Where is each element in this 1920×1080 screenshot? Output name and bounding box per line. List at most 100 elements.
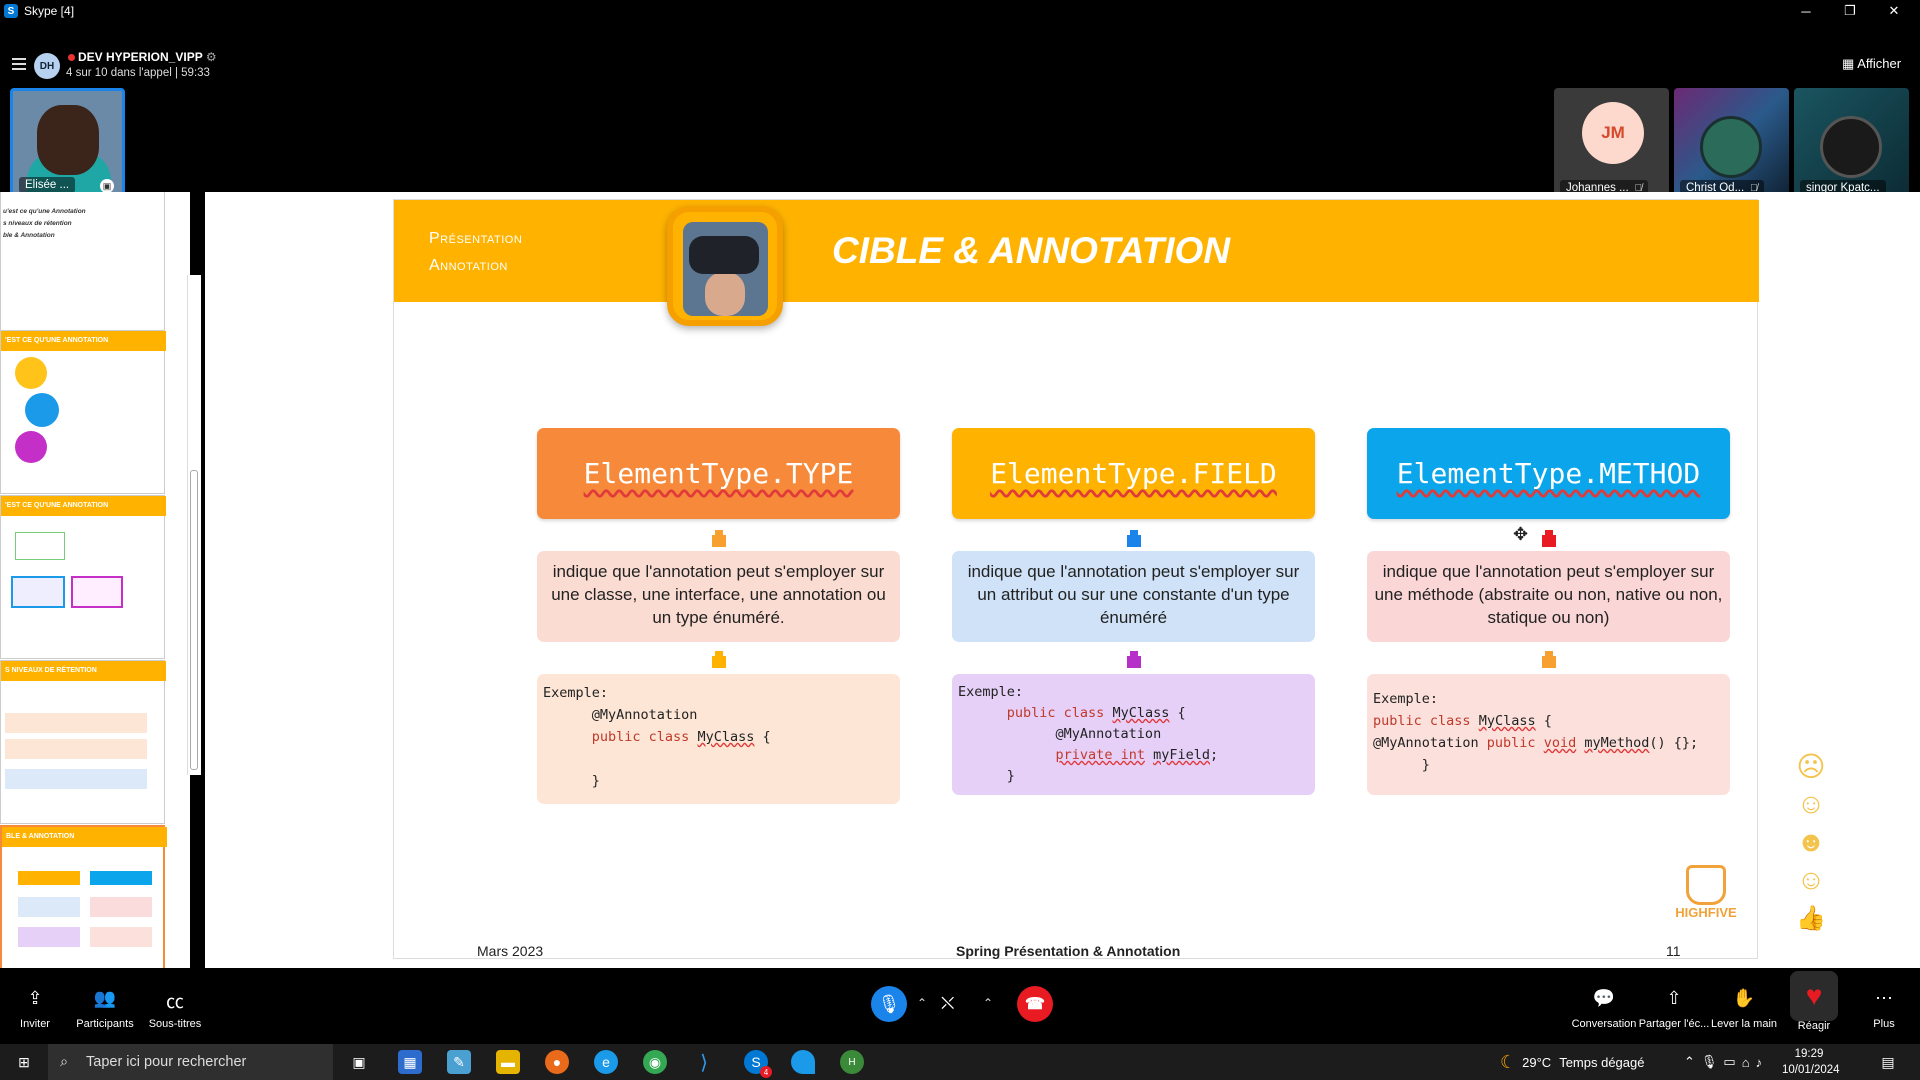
raise-hand-button[interactable]: ✋ Lever la main [1704, 988, 1784, 1030]
notification-badge: 4 [760, 1066, 772, 1078]
hang-up-button[interactable]: ☎ [1017, 986, 1053, 1022]
element-type-description: indique que l'annotation peut s'employer… [952, 551, 1315, 642]
clock[interactable]: 19:29 10/01/2024 [1782, 1046, 1840, 1078]
conversation-button[interactable]: 💬 Conversation [1564, 988, 1644, 1030]
slide-footer-title: Spring Présentation & Annotation [956, 943, 1181, 959]
participant-avatar: JM [1582, 102, 1644, 164]
thumbs-up-icon[interactable]: 👍 [1794, 901, 1828, 935]
chevron-up-icon[interactable]: ⌃ [917, 996, 927, 1010]
laugh-emoji-icon[interactable]: ☻ [1794, 825, 1828, 859]
element-type-header: ElementType.FIELD [952, 428, 1315, 519]
participant-avatar [1820, 116, 1882, 178]
weather-widget[interactable]: ☾ 29°C Temps dégagé [1500, 1044, 1644, 1080]
more-button[interactable]: ⋯ Plus [1844, 988, 1920, 1030]
sad-emoji-icon[interactable]: ☹ [1794, 749, 1828, 783]
windows-start-icon[interactable]: ⊞ [12, 1050, 36, 1074]
thumbnail-shape [18, 871, 80, 885]
thumbnail-shape [11, 576, 65, 608]
monitor-icon: ▭ [1723, 1054, 1742, 1069]
gear-icon[interactable]: ⚙ [206, 50, 217, 64]
hubstaff-icon[interactable]: H [840, 1050, 864, 1074]
invite-button[interactable]: ⇪ Inviter [0, 988, 75, 1030]
microphone-button[interactable]: 🎙 [871, 986, 907, 1022]
share-screen-icon: ⇧ [1666, 988, 1682, 1008]
share-screen-button[interactable]: ⇧ Partager l'éc... [1634, 988, 1714, 1030]
firefox-icon[interactable]: ● [545, 1050, 569, 1074]
code-example: Exemple: @MyAnnotation public class MyCl… [537, 674, 900, 804]
smile-emoji-icon[interactable]: ☺ [1794, 787, 1828, 821]
minimize-button[interactable]: ─ [1784, 0, 1828, 22]
file-explorer-icon[interactable]: ▬ [496, 1050, 520, 1074]
zoom-level-button[interactable]: 1.5x [1869, 921, 1903, 955]
camera-off-button[interactable]: ⛌ [941, 993, 954, 1014]
skype-taskbar-icon[interactable]: S4 [744, 1050, 772, 1078]
subtitles-button[interactable]: ㏄ Sous-titres [135, 988, 215, 1030]
chevron-up-icon[interactable]: ⌃ [983, 996, 993, 1010]
people-icon: 👥 [93, 988, 117, 1008]
chat-icon: 💬 [1592, 988, 1616, 1008]
view-button[interactable]: ▦ Afficher [1842, 56, 1901, 72]
search-icon: ⌕ [60, 1054, 69, 1070]
thumbnail-title: 'EST CE QU'UNE ANNOTATION [1, 331, 166, 351]
photo [683, 222, 768, 316]
vscode-icon[interactable]: ⟩ [692, 1050, 716, 1074]
participant-tile[interactable]: JM Johannes ... 🎙̸ [1554, 88, 1669, 202]
call-status: 4 sur 10 dans l'appel | 59:33 [66, 67, 210, 79]
react-button[interactable]: Réagir [1774, 1020, 1854, 1032]
thumbnail-scrollbar[interactable] [187, 275, 201, 775]
group-name[interactable]: DEV HYPERION_VIPP ⚙ [68, 50, 217, 64]
participants-button[interactable]: 👥 Participants [65, 988, 145, 1030]
slide-thumbnail[interactable]: 'EST CE QU'UNE ANNOTATION [0, 495, 166, 659]
calculator-icon[interactable]: ▦ [398, 1050, 422, 1074]
notifications-icon[interactable]: ▤ [1876, 1050, 1900, 1074]
notepad-icon[interactable]: ✎ [447, 1050, 471, 1074]
network-icon: ⌂ [1741, 1054, 1756, 1070]
restore-button[interactable]: ❐ [1828, 0, 1872, 22]
thumbnail-shape [90, 927, 152, 947]
menu-icon[interactable] [12, 58, 26, 70]
element-type-header: ElementType.METHOD [1367, 428, 1730, 519]
group-avatar[interactable]: DH [34, 53, 60, 79]
participant-tile[interactable]: Christ Od... 🎙̸ [1674, 88, 1789, 202]
participant-face [37, 105, 99, 175]
thumbnail-shape [90, 871, 152, 885]
video-off-icon[interactable]: ▣ [100, 179, 114, 193]
highfive-logo: HIGHFIVE [1666, 865, 1746, 931]
thumbnail-shape [5, 713, 147, 733]
element-type-header: ElementType.TYPE [537, 428, 900, 519]
down-arrow-icon [712, 651, 726, 668]
task-view-icon[interactable]: ▣ [347, 1050, 371, 1074]
thumbnail-text: u'est ce qu'une Annotation s niveaux de r… [3, 208, 86, 239]
down-arrow-icon [1542, 530, 1556, 547]
share-up-icon: ⇪ [27, 988, 43, 1008]
thumbnail-title: S NIVEAUX DE RÉTENTION [1, 661, 166, 681]
chrome-icon[interactable]: ◉ [643, 1050, 667, 1074]
recording-dot-icon [68, 54, 75, 61]
slide-thumbnail[interactable]: 'EST CE QU'UNE ANNOTATION [0, 330, 166, 494]
element-type-description: indique que l'annotation peut s'employer… [537, 551, 900, 642]
windows-taskbar: ⊞ ⌕ Taper ici pour rechercher ▣ ▦ ✎ ▬ ● … [0, 1044, 1920, 1080]
hand-icon [1686, 865, 1726, 905]
slide-thumbnail[interactable]: S NIVEAUX DE RÉTENTION [0, 660, 166, 824]
edge-icon[interactable]: e [594, 1050, 618, 1074]
window-title: Skype [4] [24, 4, 75, 18]
thumbnail-shape [25, 393, 59, 427]
self-video-tile[interactable]: Elisée ... ▣ [10, 88, 125, 202]
system-tray[interactable]: ⌃ 🎙 ▭ ⌂ ♪ [1684, 1044, 1768, 1080]
slide-thumbnail-panel: u'est ce qu'une Annotation s niveaux de r… [0, 192, 190, 968]
thumbnail-shape [15, 431, 47, 463]
close-button[interactable]: ✕ [1872, 0, 1916, 22]
self-name: Elisée ... [19, 177, 76, 193]
slide-title: CIBLE & ANNOTATION [832, 230, 1231, 271]
happy-emoji-icon[interactable]: ☺ [1794, 863, 1828, 897]
slide-thumbnail-selected[interactable]: BLE & ANNOTATION [0, 825, 167, 968]
participant-tile[interactable]: singor Kpatc... [1794, 88, 1909, 202]
down-arrow-icon [1127, 530, 1141, 547]
heart-reaction-button[interactable]: ♥ [1790, 971, 1838, 1021]
thumbnail-shape [15, 357, 47, 389]
participant-avatar [1700, 116, 1762, 178]
taskbar-search-box[interactable]: ⌕ Taper ici pour rechercher [48, 1044, 333, 1080]
scrollbar-thumb[interactable] [190, 470, 198, 770]
window-titlebar: S Skype [4] ─ ❐ ✕ [0, 0, 1920, 22]
app-icon[interactable] [791, 1050, 815, 1074]
